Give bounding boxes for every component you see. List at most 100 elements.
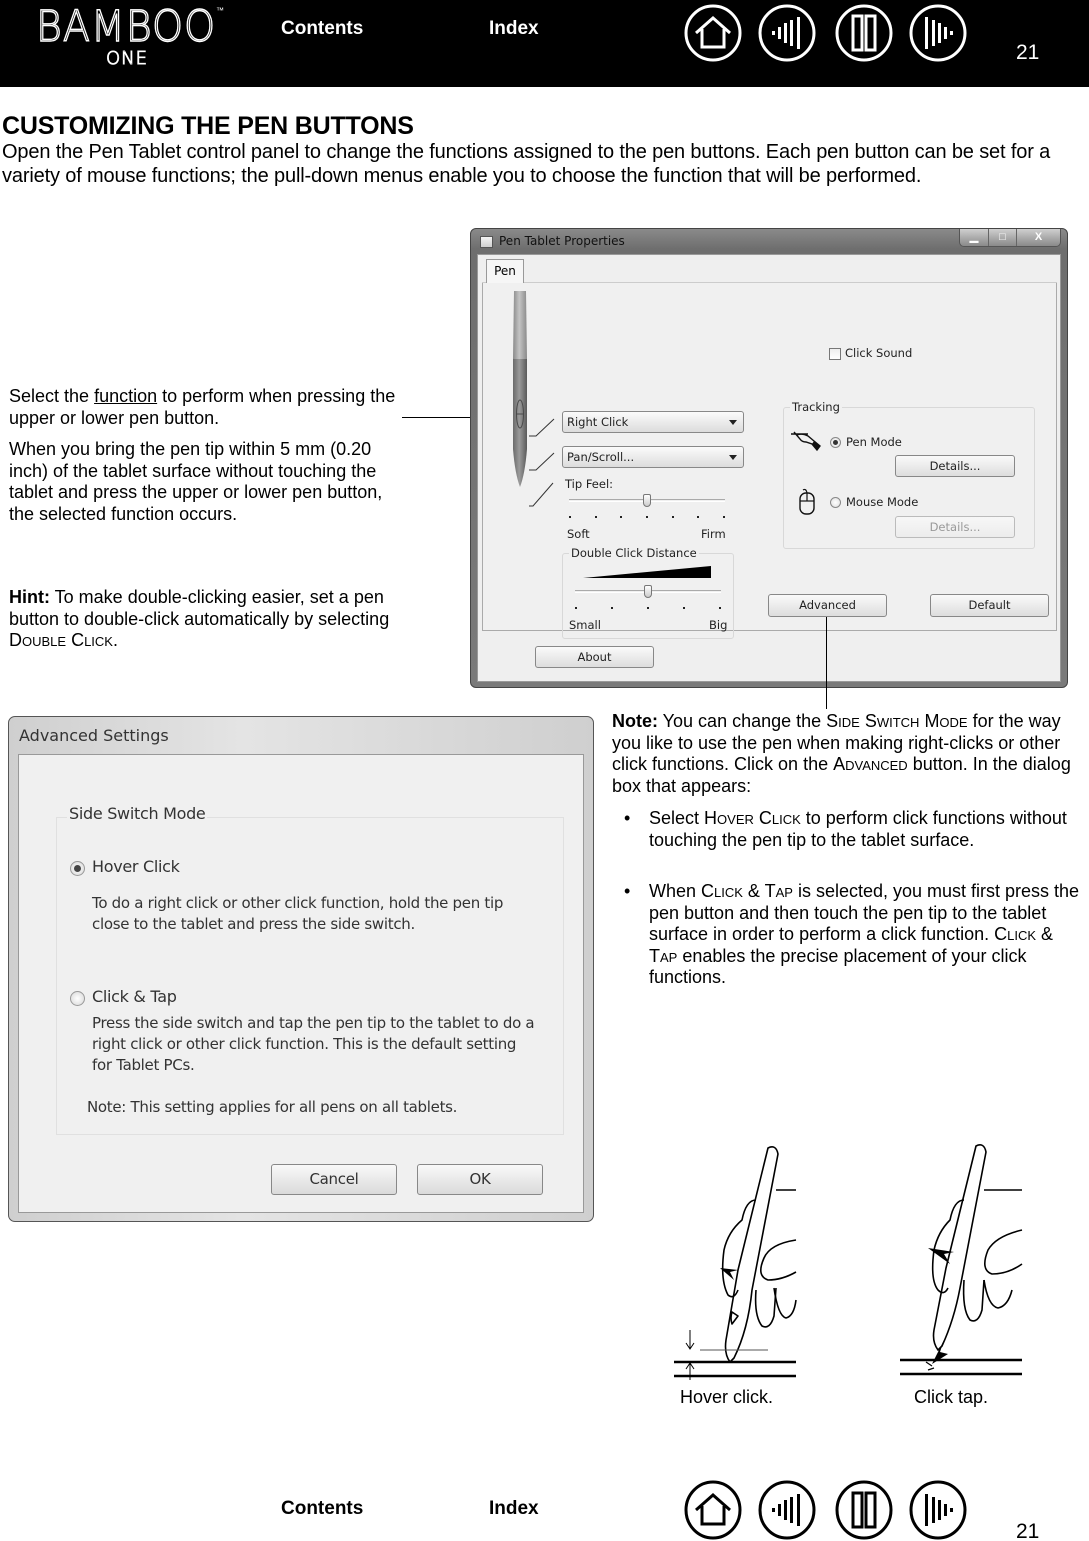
ok-button[interactable]: OK <box>417 1164 543 1195</box>
double-click-min-label: Small <box>569 618 601 632</box>
chevron-down-icon <box>729 455 737 460</box>
pen-hand-icon <box>791 431 821 452</box>
footer-contents-link[interactable]: Contents <box>281 1498 363 1520</box>
slider-tick <box>620 516 622 518</box>
advanced-settings-dialog: Advanced Settings Side Switch Mode Hover… <box>8 716 594 1222</box>
pen-tablet-properties-window: Pen Tablet Properties ▁ □ X Pen Click So… <box>470 228 1068 688</box>
double-click-distance-slider[interactable] <box>575 584 721 614</box>
double-click-distance-group: Double Click Distance Small Big <box>562 546 734 639</box>
lower-button-value: Pan/Scroll... <box>567 450 635 464</box>
hover-click-description: To do a right click or other click funct… <box>92 894 504 933</box>
bullet-click-tap: • When Click & Tap is selected, you must… <box>624 881 1080 987</box>
bullet-icon: • <box>624 808 631 828</box>
header-bar: BAMBOO ™ ONE Contents Index 21 <box>0 0 1089 87</box>
intro-paragraph: Open the Pen Tablet control panel to cha… <box>2 141 1051 187</box>
tip-feel-min-label: Soft <box>567 527 590 541</box>
hover-distance-note: When you bring the pen tip within 5 mm (… <box>9 439 383 524</box>
footer-next-page-icon[interactable] <box>908 1480 968 1540</box>
page-number: 21 <box>1016 41 1040 64</box>
contents-link[interactable]: Contents <box>281 18 363 40</box>
logo-subtitle: ONE <box>106 48 149 70</box>
slider-tick <box>646 516 648 518</box>
bullet-hover-click: • Select Hover Click to perform click fu… <box>624 808 1067 850</box>
hover-click-caption: Hover click. <box>680 1387 774 1407</box>
click-sound-checkbox[interactable] <box>829 348 841 360</box>
next-page-icon[interactable] <box>908 3 968 63</box>
slider-thumb[interactable] <box>643 494 651 507</box>
click-tap-label: Click & Tap <box>92 987 177 1006</box>
distance-wedge-icon <box>583 566 711 578</box>
mouse-mode-radio[interactable] <box>830 497 841 508</box>
hover-click-illustration <box>674 1146 797 1380</box>
footer-home-icon[interactable] <box>683 1480 743 1540</box>
previous-page-icon[interactable] <box>757 3 817 63</box>
pen-mode-details-button[interactable]: Details... <box>895 455 1015 477</box>
click-tap-radio[interactable] <box>70 991 85 1006</box>
slider-tick <box>719 607 721 609</box>
slider-tick <box>569 516 571 518</box>
side-switch-mode-label: Side Switch Mode <box>67 804 208 823</box>
pen-tab-page: Click Sound Right Click Pan/Scroll... Ti… <box>482 283 1057 639</box>
click-tap-caption: Click tap. <box>914 1387 989 1407</box>
slider-tick <box>647 607 649 609</box>
slider-thumb[interactable] <box>644 585 652 598</box>
tip-feel-label: Tip Feel: <box>565 477 614 491</box>
chevron-down-icon <box>729 420 737 425</box>
hover-click-radio[interactable] <box>70 861 85 876</box>
advanced-button[interactable]: Advanced <box>768 594 887 617</box>
leader-lines <box>529 418 555 507</box>
cancel-button[interactable]: Cancel <box>271 1164 397 1195</box>
slider-tick <box>595 516 597 518</box>
pen-mode-label: Pen Mode <box>846 435 902 449</box>
tracking-group: Tracking Pen Mode Details... Mouse Mode … <box>783 400 1035 549</box>
side-switch-note: Note: You can change the Side Switch Mod… <box>612 711 1071 796</box>
index-link[interactable]: Index <box>489 18 539 40</box>
tracking-label: Tracking <box>790 400 842 414</box>
tab-strip: Pen <box>482 259 1057 284</box>
upper-button-dropdown[interactable]: Right Click <box>562 411 744 433</box>
advanced-dialog-body: Side Switch Mode Hover Click To do a rig… <box>18 754 584 1213</box>
about-button[interactable]: About <box>535 646 654 668</box>
slider-tick <box>672 516 674 518</box>
logo-trademark: ™ <box>216 6 224 15</box>
footer-contents-book-icon[interactable] <box>834 1480 894 1540</box>
upper-button-value: Right Click <box>567 415 629 429</box>
setting-applies-note: Note: This setting applies for all pens … <box>87 1098 458 1116</box>
slider-tick <box>575 607 577 609</box>
pen-image-icon <box>513 291 527 487</box>
advanced-dialog-title: Advanced Settings <box>19 726 169 745</box>
tip-feel-slider[interactable] <box>569 493 725 523</box>
hover-click-label: Hover Click <box>92 857 180 876</box>
window-system-icon[interactable] <box>480 236 493 248</box>
contents-book-icon[interactable] <box>834 3 894 63</box>
mouse-icon <box>799 488 815 515</box>
select-function-note: Select the function to perform when pres… <box>9 386 396 428</box>
footer-index-link[interactable]: Index <box>489 1498 539 1520</box>
double-click-distance-label: Double Click Distance <box>569 546 699 560</box>
footer-previous-page-icon[interactable] <box>757 1480 817 1540</box>
maximize-button[interactable]: □ <box>988 229 1016 246</box>
hint-note: Hint: To make double-clicking easier, se… <box>9 587 390 650</box>
click-tap-description: Press the side switch and tap the pen ti… <box>92 1014 535 1074</box>
window-title: Pen Tablet Properties <box>499 234 625 248</box>
mouse-mode-details-button[interactable]: Details... <box>895 516 1015 538</box>
click-tap-illustration <box>900 1144 1023 1376</box>
minimize-button[interactable]: ▁ <box>960 229 988 246</box>
home-icon[interactable] <box>683 3 743 63</box>
slider-tick <box>683 607 685 609</box>
slider-tick <box>697 516 699 518</box>
lower-button-dropdown[interactable]: Pan/Scroll... <box>562 446 744 468</box>
mouse-mode-label: Mouse Mode <box>846 495 919 509</box>
tab-pen[interactable]: Pen <box>486 259 524 284</box>
click-sound-label: Click Sound <box>845 346 913 360</box>
bamboo-one-logo: BAMBOO ™ ONE <box>35 1 226 72</box>
function-link[interactable]: function <box>94 386 157 406</box>
double-click-max-label: Big <box>709 618 728 632</box>
window-body: Pen Click Sound Right Click Pan/Scroll..… <box>477 254 1061 682</box>
default-button[interactable]: Default <box>930 594 1049 617</box>
slider-tick <box>723 516 725 518</box>
close-button[interactable]: X <box>1016 229 1060 246</box>
pen-mode-radio[interactable] <box>830 437 841 448</box>
slider-tick <box>611 607 613 609</box>
tip-feel-max-label: Firm <box>701 527 726 541</box>
